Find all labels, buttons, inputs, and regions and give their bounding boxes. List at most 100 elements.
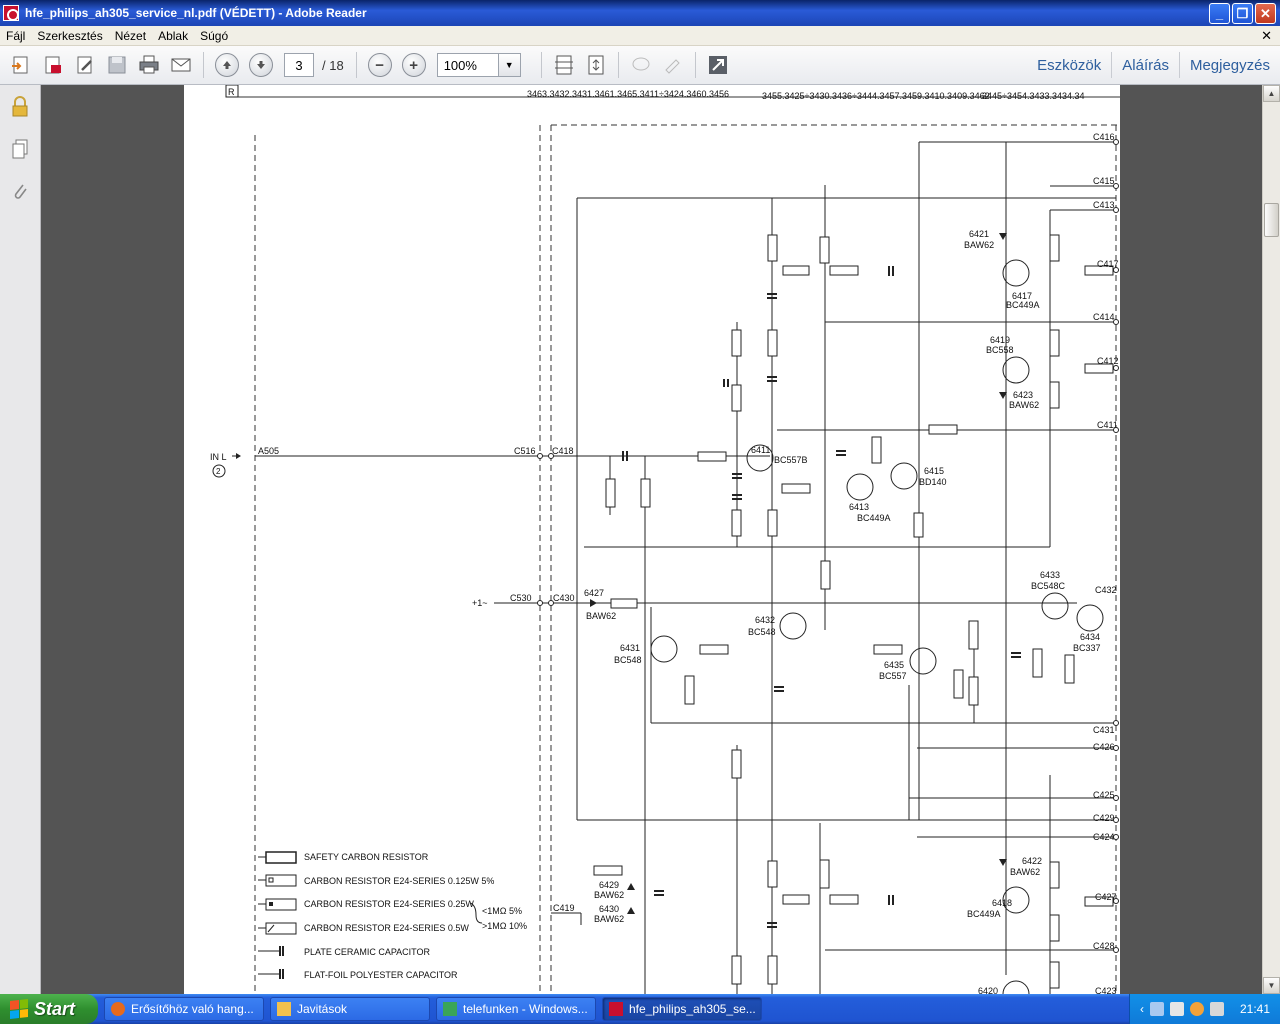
transistor-6432-ref: 6432	[755, 615, 775, 625]
clock[interactable]: 21:41	[1240, 1002, 1270, 1016]
menu-help[interactable]: Súgó	[194, 29, 234, 43]
scroll-thumb[interactable]	[1264, 203, 1279, 237]
input-label: IN L	[210, 452, 227, 462]
transistor-6411-ref: 6411	[751, 445, 770, 455]
transistor-6431-ref: 6431	[620, 643, 640, 653]
node-c416: C416	[1093, 132, 1115, 142]
task-image-viewer[interactable]: telefunken - Windows...	[436, 997, 596, 1021]
scroll-mode-icon[interactable]	[551, 52, 577, 78]
vertical-scrollbar[interactable]: ▲ ▼	[1262, 85, 1280, 994]
menu-bar: Fájl Szerkesztés Nézet Ablak Súgó ✕	[0, 26, 1280, 46]
node-c415: C415	[1093, 176, 1115, 186]
menu-window[interactable]: Ablak	[152, 29, 194, 43]
adobe-reader-window: hfe_philips_ah305_service_nl.pdf (VÉDETT…	[0, 0, 1280, 1024]
pages-icon[interactable]	[8, 137, 32, 161]
attachment-icon[interactable]	[8, 179, 32, 203]
pdf-page: R 3463.3432.3431.3461.3465.3411÷3424.346…	[184, 85, 1120, 994]
network-icon[interactable]	[1149, 1002, 1164, 1016]
close-button[interactable]: ✕	[1255, 2, 1276, 24]
start-button[interactable]: Start	[0, 994, 98, 1024]
transistor-6419-ref: 6419	[990, 335, 1010, 345]
app-tray-icon[interactable]	[1189, 1002, 1204, 1016]
lock-icon[interactable]	[8, 95, 32, 119]
input-sub-label: 2	[216, 467, 221, 476]
volume-icon[interactable]	[1169, 1002, 1184, 1016]
pdf-icon	[609, 1002, 623, 1016]
document-view[interactable]: R 3463.3432.3431.3461.3465.3411÷3424.346…	[41, 85, 1262, 994]
zoom-input[interactable]	[436, 53, 499, 77]
task-firefox[interactable]: Erősítőhöz való hang...	[104, 997, 264, 1021]
flag-icon[interactable]	[1209, 1002, 1224, 1016]
close-document-button[interactable]: ✕	[1261, 28, 1272, 44]
menu-file[interactable]: Fájl	[0, 29, 31, 43]
page-number-input[interactable]	[284, 53, 314, 77]
arrow-down-icon	[257, 61, 265, 69]
diode-6423-type: BAW62	[1009, 400, 1039, 410]
diode-6427-ref: 6427	[584, 588, 604, 598]
sign-pane-link[interactable]: Aláírás	[1111, 52, 1179, 78]
taskbar: Start Erősítőhöz való hang... Javitások …	[0, 994, 1280, 1024]
toolbar-separator	[540, 52, 542, 78]
legend: SAFETY CARBON RESISTOR CARBON RESISTOR E…	[258, 851, 527, 980]
diode-6422-ref: 6422	[1022, 856, 1042, 866]
menu-edit[interactable]: Szerkesztés	[31, 29, 108, 43]
start-label: Start	[34, 998, 76, 1019]
create-pdf-icon[interactable]	[40, 52, 66, 78]
diode-6430-ref: 6430	[599, 904, 619, 914]
comment-pane-link[interactable]: Megjegyzés	[1178, 52, 1280, 78]
maximize-button[interactable]: ❐	[1232, 2, 1253, 24]
previous-page-button[interactable]	[215, 53, 239, 77]
open-icon[interactable]	[8, 52, 34, 78]
transistor-6420-ref: 6420	[978, 986, 998, 994]
connector-a505: A505	[258, 446, 279, 456]
supply-label: +1~	[472, 598, 488, 608]
diode-6421-type: BAW62	[964, 240, 994, 250]
node-c425: C425	[1093, 790, 1115, 800]
zoom-in-button[interactable]: +	[401, 53, 426, 77]
task-label: Javitások	[297, 1002, 348, 1016]
save-icon[interactable]	[104, 52, 130, 78]
task-folder[interactable]: Javitások	[270, 997, 430, 1021]
task-adobe-reader[interactable]: hfe_philips_ah305_se...	[602, 997, 762, 1021]
scroll-down-button[interactable]: ▼	[1263, 977, 1280, 994]
edit-pdf-icon[interactable]	[72, 52, 98, 78]
transistor-6415-ref: 6415	[924, 466, 944, 476]
toolbar-separator	[694, 52, 696, 78]
navigation-pane	[0, 85, 41, 994]
legend-polyester-capacitor: FLAT-FOIL POLYESTER CAPACITOR	[304, 970, 458, 980]
connector-c418: C418	[552, 446, 574, 456]
node-c429: C429	[1093, 813, 1115, 823]
fit-page-icon[interactable]	[583, 52, 609, 78]
diode-6427-type: BAW62	[586, 611, 616, 621]
zoom-out-button[interactable]: −	[367, 53, 392, 77]
chevron-up-icon: ▲	[1267, 89, 1276, 98]
minimize-button[interactable]: _	[1209, 2, 1230, 24]
transistor-6418-ref: 6418	[992, 898, 1012, 908]
full-screen-icon[interactable]	[705, 52, 731, 78]
next-page-button[interactable]	[249, 53, 273, 77]
transistor-6413-type: BC449A	[857, 513, 891, 523]
tray-expand-icon[interactable]: ‹	[1140, 1002, 1144, 1016]
toolbar-separator	[617, 52, 619, 78]
image-icon	[443, 1002, 457, 1016]
zoom-dropdown-button[interactable]: ▼	[498, 53, 521, 77]
transistor-6417-type: BC449A	[1006, 300, 1040, 310]
chevron-down-icon: ▼	[1267, 981, 1276, 990]
header-refs-1: 3463.3432.3431.3461.3465.3411÷3424.3460.…	[527, 89, 729, 99]
highlight-icon	[660, 52, 686, 78]
print-icon[interactable]	[136, 52, 162, 78]
transistor-6419-type: BC558	[986, 345, 1014, 355]
toolbar: / 18 − + ▼ Eszközök Aláírás Megjegyzés	[0, 46, 1280, 85]
window-title: hfe_philips_ah305_service_nl.pdf (VÉDETT…	[25, 6, 367, 20]
tools-pane-link[interactable]: Eszközök	[1027, 52, 1111, 78]
scroll-up-button[interactable]: ▲	[1263, 85, 1280, 102]
connector-c530: C530	[510, 593, 532, 603]
folder-icon	[277, 1002, 291, 1016]
email-icon[interactable]	[168, 52, 194, 78]
diode-6429-ref: 6429	[599, 880, 619, 890]
system-tray: ‹ 21:41	[1128, 994, 1280, 1024]
pdf-app-icon	[3, 5, 19, 21]
menu-view[interactable]: Nézet	[109, 29, 152, 43]
page-total: / 18	[322, 57, 344, 73]
transistor-6431-type: BC548	[614, 655, 642, 665]
